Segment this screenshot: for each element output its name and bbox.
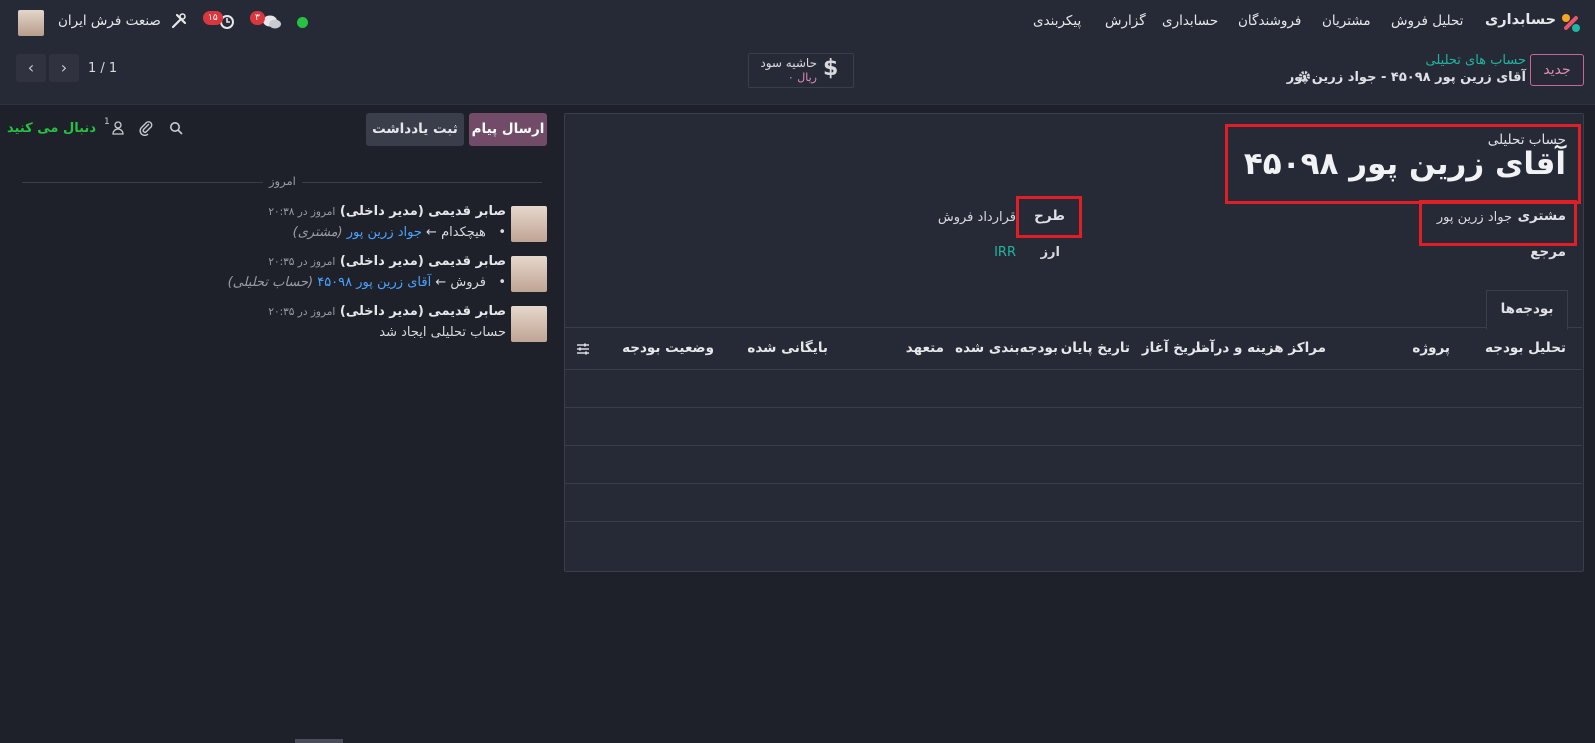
- customer-label: مشتری: [1517, 208, 1566, 224]
- column-end-date[interactable]: تاریخ پایان: [1061, 340, 1130, 356]
- search-messages-icon[interactable]: [169, 121, 183, 135]
- bullet: •: [490, 225, 506, 240]
- tab-budgets[interactable]: بودجه‌ها: [1486, 290, 1568, 330]
- new-record-button[interactable]: جدید: [1530, 54, 1584, 86]
- message-author[interactable]: صابر قدیمی (مدیر داخلی) امروز در ۲۰:۳۸: [268, 204, 506, 219]
- currency-field[interactable]: IRR: [982, 245, 1016, 260]
- app-name[interactable]: حسابداری: [1485, 12, 1556, 28]
- pager-next-button[interactable]: ›: [49, 54, 79, 82]
- chat-badge: ۳: [250, 11, 265, 25]
- table-row: [565, 445, 1582, 446]
- user-avatar[interactable]: [18, 10, 44, 36]
- menu-sales-analysis[interactable]: تحلیل فروش: [1391, 13, 1463, 29]
- log-note-button[interactable]: ثبت یادداشت: [366, 113, 464, 146]
- currency-label: ارز: [1040, 245, 1060, 260]
- company-name[interactable]: صنعت فرش ایران: [58, 13, 161, 29]
- tab-budgets-label: بودجه‌ها: [1500, 301, 1554, 317]
- send-message-button[interactable]: ارسال پیام: [469, 113, 547, 146]
- message-author-avatar[interactable]: [511, 306, 547, 342]
- followers-count: 1: [104, 117, 110, 127]
- column-budget-status[interactable]: وضعیت بودجه: [622, 340, 714, 356]
- message-timestamp: امروز در ۲۰:۳۸: [268, 206, 336, 218]
- optional-columns-toggle-icon[interactable]: [576, 342, 590, 356]
- plan-label: طرح: [1034, 208, 1065, 224]
- chevron-right-icon: ›: [60, 58, 68, 77]
- message-author[interactable]: صابر قدیمی (مدیر داخلی) امروز در ۲۰:۳۵: [268, 254, 506, 269]
- breadcrumb-parent-link[interactable]: حساب های تحلیلی: [1420, 53, 1526, 68]
- table-row: [565, 407, 1582, 408]
- column-committed[interactable]: متعهد: [898, 340, 944, 356]
- table-row: [565, 483, 1582, 484]
- pager-previous-button[interactable]: ‹: [16, 54, 46, 82]
- breadcrumb-current: آقای زرین پور ۴۵۰۹۸ - جواد زرین پور: [1286, 70, 1526, 85]
- customer-field[interactable]: جواد زرین پور: [1420, 210, 1512, 225]
- message-body: حساب تحلیلی ایجاد شد: [379, 325, 506, 340]
- menu-reporting[interactable]: گزارش: [1105, 13, 1146, 29]
- column-cost-centers[interactable]: مراکز هزینه و درآمد: [1194, 340, 1326, 356]
- menu-configuration[interactable]: پیکربندی: [1033, 13, 1081, 29]
- table-row: [565, 521, 1582, 522]
- reference-label: مرجع: [1530, 244, 1566, 260]
- record-settings-gear-icon[interactable]: [1298, 70, 1311, 83]
- column-budget-analysis[interactable]: تحلیل بودجه: [1480, 340, 1566, 356]
- pager-value[interactable]: 1 / 1: [88, 61, 117, 76]
- message-timestamp: امروز در ۲۰:۳۵: [268, 256, 336, 268]
- table-header-divider: [565, 369, 1582, 370]
- column-project[interactable]: پروژه: [1405, 340, 1450, 356]
- plan-field[interactable]: قرارداد فروش: [930, 210, 1016, 225]
- dollar-icon: $: [823, 56, 839, 81]
- menu-vendors[interactable]: فروشندگان: [1238, 13, 1301, 29]
- column-budgeted[interactable]: بودجه‌بندی شده: [955, 340, 1058, 356]
- bullet: •: [490, 275, 506, 290]
- smart-button-label: حاشیه سود: [760, 56, 817, 70]
- message-author-avatar[interactable]: [511, 206, 547, 242]
- presence-status-dot: [297, 17, 308, 28]
- attachment-paperclip-icon[interactable]: [139, 120, 153, 137]
- chevron-left-icon: ‹: [27, 58, 35, 77]
- smart-button-value: ریال ۰: [787, 71, 817, 84]
- menu-customers[interactable]: مشتریان: [1322, 13, 1371, 29]
- activity-badge: ۱۵: [203, 11, 223, 25]
- message-author[interactable]: صابر قدیمی (مدیر داخلی) امروز در ۲۰:۳۵: [268, 304, 506, 319]
- message-timestamp: امروز در ۲۰:۳۵: [268, 306, 336, 318]
- app-logo-icon[interactable]: [1560, 12, 1582, 34]
- horizontal-scrollbar-thumb[interactable]: [295, 739, 343, 743]
- column-archived[interactable]: بایگانی شده: [747, 340, 828, 356]
- messaging-icon[interactable]: [262, 14, 282, 30]
- record-title[interactable]: آقای زرین پور ۴۵۰۹۸: [1240, 146, 1566, 182]
- profit-margin-smart-button[interactable]: $ حاشیه سود ریال ۰: [748, 53, 854, 88]
- debug-tools-icon[interactable]: [170, 12, 188, 30]
- tracking-value-change: • فروش ← آقای زرین پور ۴۵۰۹۸ (حساب تحلیل…: [227, 275, 506, 290]
- followers-user-icon[interactable]: [112, 121, 124, 135]
- date-separator-label: امروز: [263, 174, 302, 188]
- menu-accounting[interactable]: حسابداری: [1162, 13, 1218, 29]
- follow-status-button[interactable]: دنبال می کنید: [7, 121, 96, 136]
- message-author-avatar[interactable]: [511, 256, 547, 292]
- column-start-date[interactable]: تاریخ آغاز: [1142, 340, 1206, 356]
- tracking-value-change: • هیچکدام ← جواد زرین پور (مشتری): [292, 225, 506, 240]
- notebook-tabs-line: [565, 327, 1582, 328]
